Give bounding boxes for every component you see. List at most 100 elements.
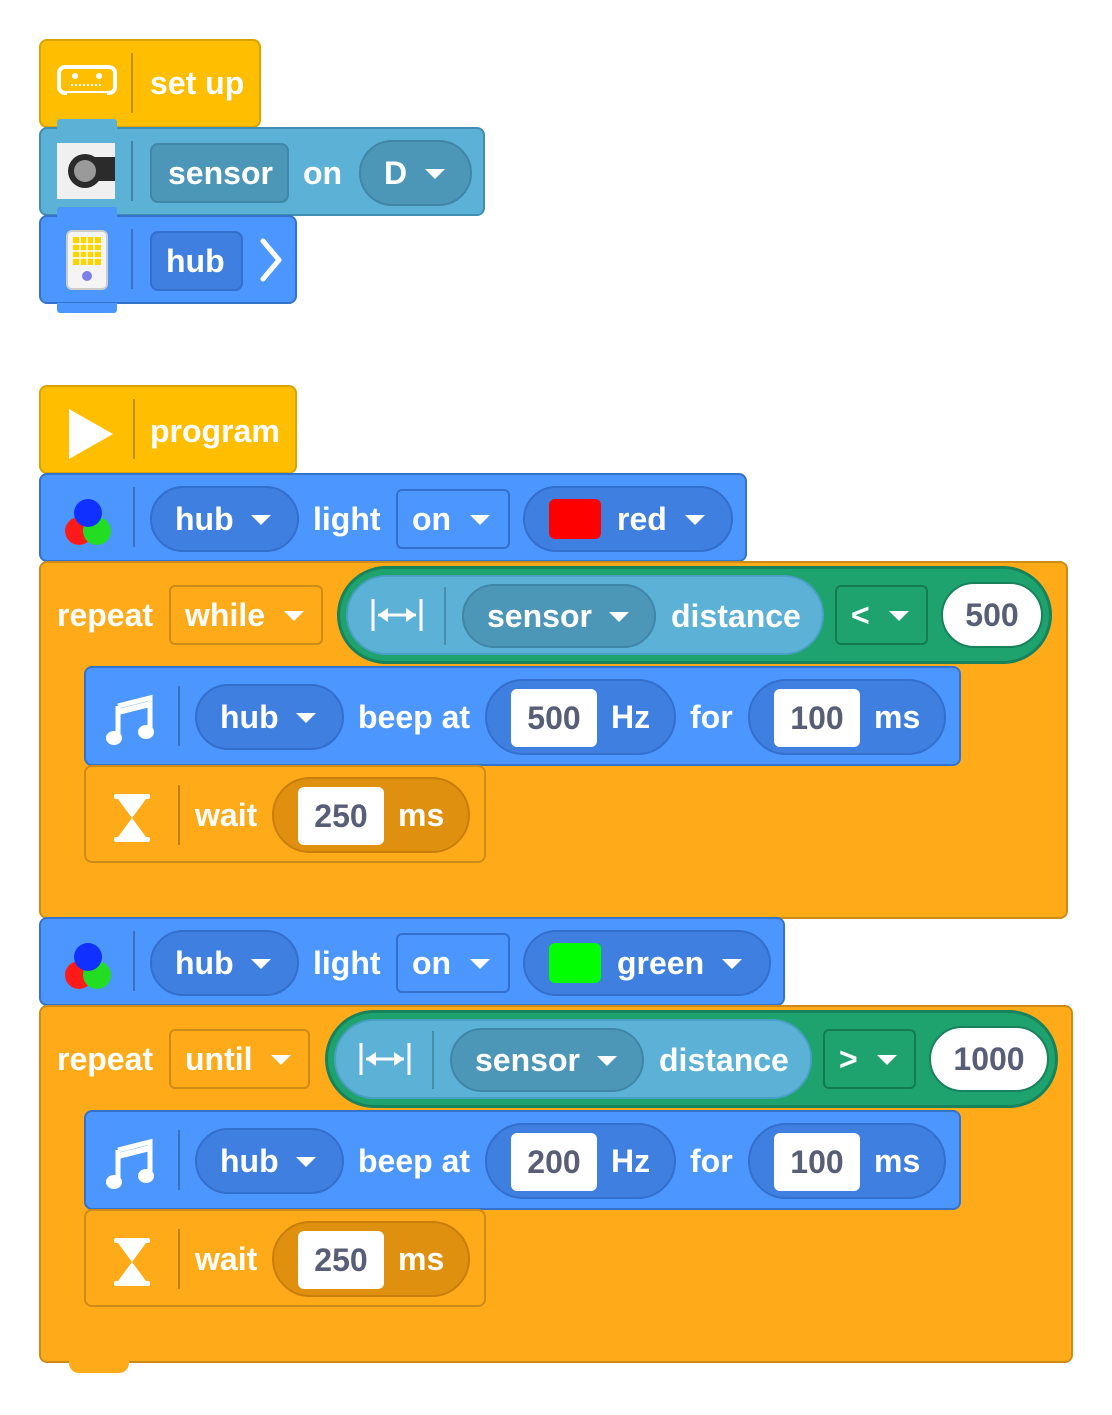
light-color-dropdown[interactable]: green [523,930,771,996]
wait-duration-input[interactable]: 250 [298,1231,384,1289]
condition-compare[interactable]: sensor distance > 1000 [325,1010,1058,1108]
program-hat-block[interactable]: program [39,385,297,474]
dropdown-caret-icon [597,1056,617,1066]
wait-label: wait [195,1241,258,1277]
dropdown-caret-icon [284,611,304,621]
for-label: for [690,1143,733,1179]
hourglass-icon [114,1238,150,1286]
loop-mode-dropdown[interactable]: while [169,585,323,645]
repeat-label: repeat [57,1041,154,1077]
dropdown-caret-icon [722,959,742,969]
dropdown-caret-icon [609,612,629,622]
setup-hat-block[interactable]: set up [39,39,261,128]
measure-label: distance [671,598,801,634]
dropdown-caret-icon [877,1055,897,1065]
hz-label: Hz [611,699,651,735]
mode-text: on [412,501,452,537]
condition-compare[interactable]: sensor distance < 500 [337,566,1052,664]
separator [178,686,180,746]
operator-dropdown[interactable]: > [823,1029,916,1089]
set-light-block-red[interactable]: hub light on red [39,473,747,562]
wait-block[interactable]: wait 250 ms [84,765,486,863]
block-notch [57,207,117,219]
dropdown-caret-icon [296,713,316,723]
dropdown-caret-icon [470,959,490,969]
chevron-right-icon[interactable] [258,237,284,283]
separator [444,587,446,645]
separator [131,53,133,113]
device-text: hub [220,1143,279,1179]
repeat-loop-while[interactable]: repeat while sensor distance < 500 hub b… [39,561,1068,919]
sensor-name-field[interactable]: sensor [150,143,289,203]
frequency-input[interactable]: 500 [511,689,597,747]
distance-reporter[interactable]: sensor distance [334,1019,812,1099]
separator [133,931,135,991]
rgb-light-icon [65,499,111,545]
set-light-block-green[interactable]: hub light on green [39,917,785,1006]
frequency-slot: 500 Hz [485,679,676,755]
sensor-config-block[interactable]: sensor on D [39,119,485,216]
dropdown-caret-icon [251,515,271,525]
separator [131,229,133,289]
light-label: light [313,945,381,981]
light-device-dropdown[interactable]: hub [150,486,299,552]
port-dropdown[interactable]: D [359,140,472,206]
distance-arrows-icon [359,1043,411,1075]
wait-duration-slot: 250 ms [272,777,470,853]
program-hat-label: program [150,413,280,449]
play-icon [69,409,113,459]
wait-duration-input[interactable]: 250 [298,787,384,845]
duration-slot: 100 ms [748,679,946,755]
device-text: hub [175,501,234,537]
separator [131,141,133,201]
wait-label: wait [195,797,258,833]
beep-block[interactable]: hub beep at 500 Hz for 100 ms [84,666,961,766]
hub-name-text: hub [166,243,225,279]
beep-device-dropdown[interactable]: hub [195,684,344,750]
device-text: hub [220,699,279,735]
light-label: light [313,501,381,537]
dropdown-caret-icon [425,169,445,179]
separator [178,1229,180,1289]
measure-label: distance [659,1042,789,1078]
rgb-light-icon [65,943,111,989]
color-text: green [617,945,705,981]
color-swatch [549,943,601,983]
loop-mode-dropdown[interactable]: until [169,1029,310,1089]
beep-device-dropdown[interactable]: hub [195,1128,344,1194]
light-mode-dropdown[interactable]: on [396,489,510,549]
loop-mode-text: until [185,1041,253,1077]
dropdown-caret-icon [271,1055,291,1065]
beep-at-label: beep at [358,699,471,735]
wait-block[interactable]: wait 250 ms [84,1209,486,1307]
operator-text: < [851,597,870,633]
threshold-input[interactable]: 500 [941,582,1043,648]
duration-input[interactable]: 100 [774,1133,860,1191]
beep-block[interactable]: hub beep at 200 Hz for 100 ms [84,1110,961,1210]
hub-name-field[interactable]: hub [150,231,243,291]
light-mode-dropdown[interactable]: on [396,933,510,993]
hz-label: Hz [611,1143,651,1179]
distance-reporter[interactable]: sensor distance [346,575,824,655]
dropdown-caret-icon [889,611,909,621]
operator-dropdown[interactable]: < [835,585,928,645]
dropdown-caret-icon [470,515,490,525]
hub-config-block[interactable]: hub [39,207,297,313]
wait-duration-slot: 250 ms [272,1221,470,1297]
light-device-dropdown[interactable]: hub [150,930,299,996]
threshold-input[interactable]: 1000 [929,1026,1049,1092]
ms-label: ms [874,1143,921,1179]
sensor-dropdown[interactable]: sensor [450,1028,644,1092]
light-color-dropdown[interactable]: red [523,486,733,552]
frequency-input[interactable]: 200 [511,1133,597,1191]
ms-label: ms [874,699,921,735]
sensor-text: sensor [475,1042,580,1078]
on-label: on [303,155,343,191]
duration-input[interactable]: 100 [774,689,860,747]
repeat-loop-until[interactable]: repeat until sensor distance > 1000 hub … [39,1005,1073,1373]
color-text: red [617,501,667,537]
block-notch [57,119,117,131]
sensor-dropdown[interactable]: sensor [462,584,656,648]
separator [178,785,180,845]
operator-text: > [839,1041,858,1077]
